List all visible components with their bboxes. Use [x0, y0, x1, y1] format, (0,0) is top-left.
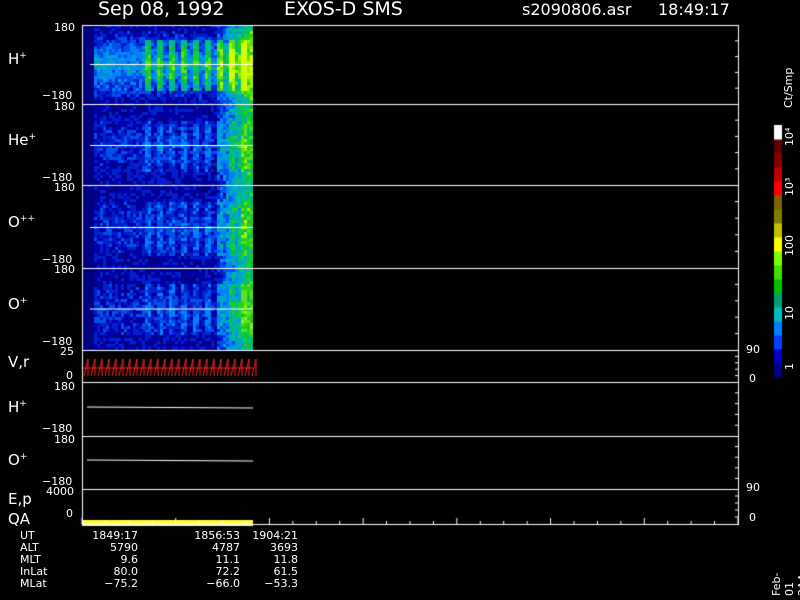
tick-hplus-line-top: 180 [54, 380, 75, 393]
colorbar-tick-1: 1 [783, 363, 796, 370]
footer-cell: 11.1 [215, 553, 241, 566]
panel-label-heplus: He+ [8, 131, 37, 149]
header-instrument: EXOS-D SMS [284, 0, 403, 20]
footer-cell: 61.5 [273, 565, 299, 578]
footer-cell: −53.3 [264, 577, 298, 590]
panel-label-oplusplus: O++ [8, 213, 35, 231]
tick-hplus-top: 180 [54, 21, 75, 34]
footer-cell: −75.2 [104, 577, 138, 590]
footer-row-name: MLat [20, 577, 47, 590]
footer-row-name: ALT [20, 541, 39, 554]
panel-label-hplus-line: H+ [8, 398, 27, 416]
side-label: Feb-01 2AA [770, 572, 800, 596]
footer-cell: 4787 [212, 541, 240, 554]
footer-cell: 80.0 [113, 565, 139, 578]
panel-label-qa: QA [8, 510, 31, 528]
colorbar-tick-10: 10 [783, 306, 796, 320]
footer-cell: 1849:17 [92, 529, 138, 542]
panel-label-hplus: H+ [8, 50, 27, 68]
tick-vr-right-bottom: 0 [749, 372, 756, 385]
footer-cell: 11.8 [273, 553, 299, 566]
footer-row-name: UT [20, 529, 35, 542]
footer-cell: 1904:21 [252, 529, 298, 542]
colorbar-tick-1e3: 10³ [783, 177, 796, 196]
panel-label-ep: E,p [8, 490, 32, 508]
footer-row-name: InLat [20, 565, 48, 578]
tick-oplus-line-top: 180 [54, 433, 75, 446]
tick-heplus-top: 180 [54, 100, 75, 113]
tick-ep-bottom: 0 [66, 507, 73, 520]
colorbar-tick-100: 100 [783, 235, 796, 256]
tick-ep-right-bottom: 0 [749, 511, 756, 524]
header-date: Sep 08, 1992 [98, 0, 225, 20]
footer-cell: 1856:53 [194, 529, 240, 542]
tick-oplusplus-top: 180 [54, 181, 75, 194]
tick-ep-top: 4000 [46, 485, 74, 498]
panel-label-vr: V,r [8, 353, 30, 371]
header-file: s2090806.asr [522, 0, 632, 19]
spectrogram-canvas [0, 0, 800, 600]
tick-vr-top: 25 [60, 345, 74, 358]
tick-ep-right-top: 90 [746, 481, 760, 494]
panel-label-oplus: O+ [8, 295, 28, 313]
tick-oplus-top: 180 [54, 263, 75, 276]
header-time: 18:49:17 [658, 0, 730, 19]
footer-cell: −66.0 [206, 577, 240, 590]
tick-vr-right-top: 90 [746, 343, 760, 356]
footer-cell: 3693 [270, 541, 298, 554]
footer-row-name: MLT [20, 553, 41, 566]
panel-label-oplus-line: O+ [8, 451, 28, 469]
colorbar-unit-label: Ct/Smp [782, 67, 795, 108]
footer-cell: 5790 [110, 541, 138, 554]
footer-cell: 9.6 [120, 553, 139, 566]
footer-cell: 72.2 [215, 565, 241, 578]
colorbar-tick-1e4: 10⁴ [783, 127, 796, 146]
